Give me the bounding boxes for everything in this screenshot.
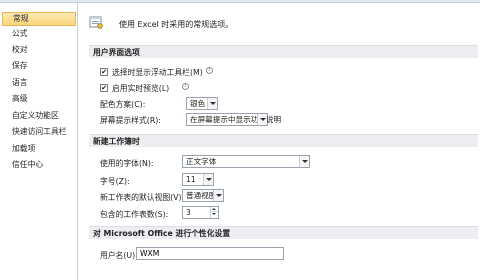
live-preview-label: 启用实时预览(L): [112, 84, 170, 93]
live-preview-checkbox[interactable]: ✔: [100, 84, 108, 92]
sheet-count-spinner[interactable]: 3: [182, 206, 219, 219]
chevron-down-icon: [207, 98, 217, 109]
default-view-select[interactable]: 普通视图: [182, 189, 224, 202]
default-font-value: 正文字体: [186, 157, 217, 166]
sidebar-item-trust-center[interactable]: 信任中心: [2, 158, 76, 172]
screentip-style-label: 屏幕提示样式(R):: [100, 116, 161, 125]
font-size-label: 字号(Z):: [100, 177, 130, 186]
sidebar-item-language[interactable]: 语言: [2, 76, 76, 90]
info-icon: i: [206, 67, 213, 74]
font-size-value: 11: [186, 175, 196, 184]
info-icon: i: [182, 83, 189, 90]
default-view-label: 新工作表的默认视图(V):: [100, 193, 185, 202]
sidebar-item-general[interactable]: 常规: [2, 12, 76, 26]
section-header-ui-options: 用户界面选项: [89, 45, 478, 58]
options-sidebar: 常规 公式 校对 保存 语言 高级 自定义功能区 快速访问工具栏 加载项 信任中…: [0, 3, 78, 280]
default-font-select[interactable]: 正文字体: [182, 155, 310, 168]
sheet-count-label: 包含的工作表数(S):: [100, 210, 169, 219]
chevron-down-icon: [257, 114, 267, 125]
sidebar-item-proofing[interactable]: 校对: [2, 43, 76, 57]
section-header-personalize: 对 Microsoft Office 进行个性化设置: [89, 226, 478, 239]
default-font-label: 使用的字体(N):: [100, 159, 154, 168]
sidebar-item-customize-ribbon[interactable]: 自定义功能区: [2, 109, 76, 123]
mini-toolbar-checkbox[interactable]: ✔: [100, 68, 108, 76]
color-scheme-value: 银色: [190, 99, 206, 108]
general-settings-icon: [89, 15, 103, 29]
screentip-style-value: 在屏幕提示中显示功能说明: [190, 115, 282, 124]
spinner-buttons: [210, 207, 218, 218]
intro-text: 使用 Excel 时采用的常规选项。: [119, 20, 234, 29]
sidebar-item-advanced[interactable]: 高级: [2, 92, 76, 106]
default-view-value: 普通视图: [186, 191, 217, 200]
color-scheme-label: 配色方案(C):: [100, 100, 146, 109]
sidebar-item-save[interactable]: 保存: [2, 59, 76, 73]
username-input[interactable]: [137, 248, 283, 259]
font-size-select[interactable]: 11: [182, 173, 214, 186]
username-label: 用户名(U):: [100, 251, 138, 260]
sidebar-item-quick-access-toolbar[interactable]: 快速访问工具栏: [2, 125, 76, 139]
general-options-panel: 使用 Excel 时采用的常规选项。 用户界面选项 ✔ 选择时显示浮动工具栏(M…: [79, 3, 480, 280]
chevron-down-icon: [213, 190, 223, 201]
screentip-style-select[interactable]: 在屏幕提示中显示功能说明: [186, 113, 281, 126]
username-field[interactable]: [136, 247, 284, 260]
sidebar-item-add-ins[interactable]: 加载项: [2, 142, 76, 156]
sidebar-item-formulas[interactable]: 公式: [2, 27, 76, 41]
mini-toolbar-label: 选择时显示浮动工具栏(M): [112, 68, 203, 77]
color-scheme-select[interactable]: 银色: [186, 97, 218, 110]
chevron-down-icon: [203, 174, 213, 185]
spin-down-icon[interactable]: [211, 212, 218, 217]
chevron-down-icon: [299, 156, 309, 167]
section-header-new-workbook: 新建工作簿时: [89, 134, 478, 147]
sheet-count-value: 3: [186, 208, 191, 217]
